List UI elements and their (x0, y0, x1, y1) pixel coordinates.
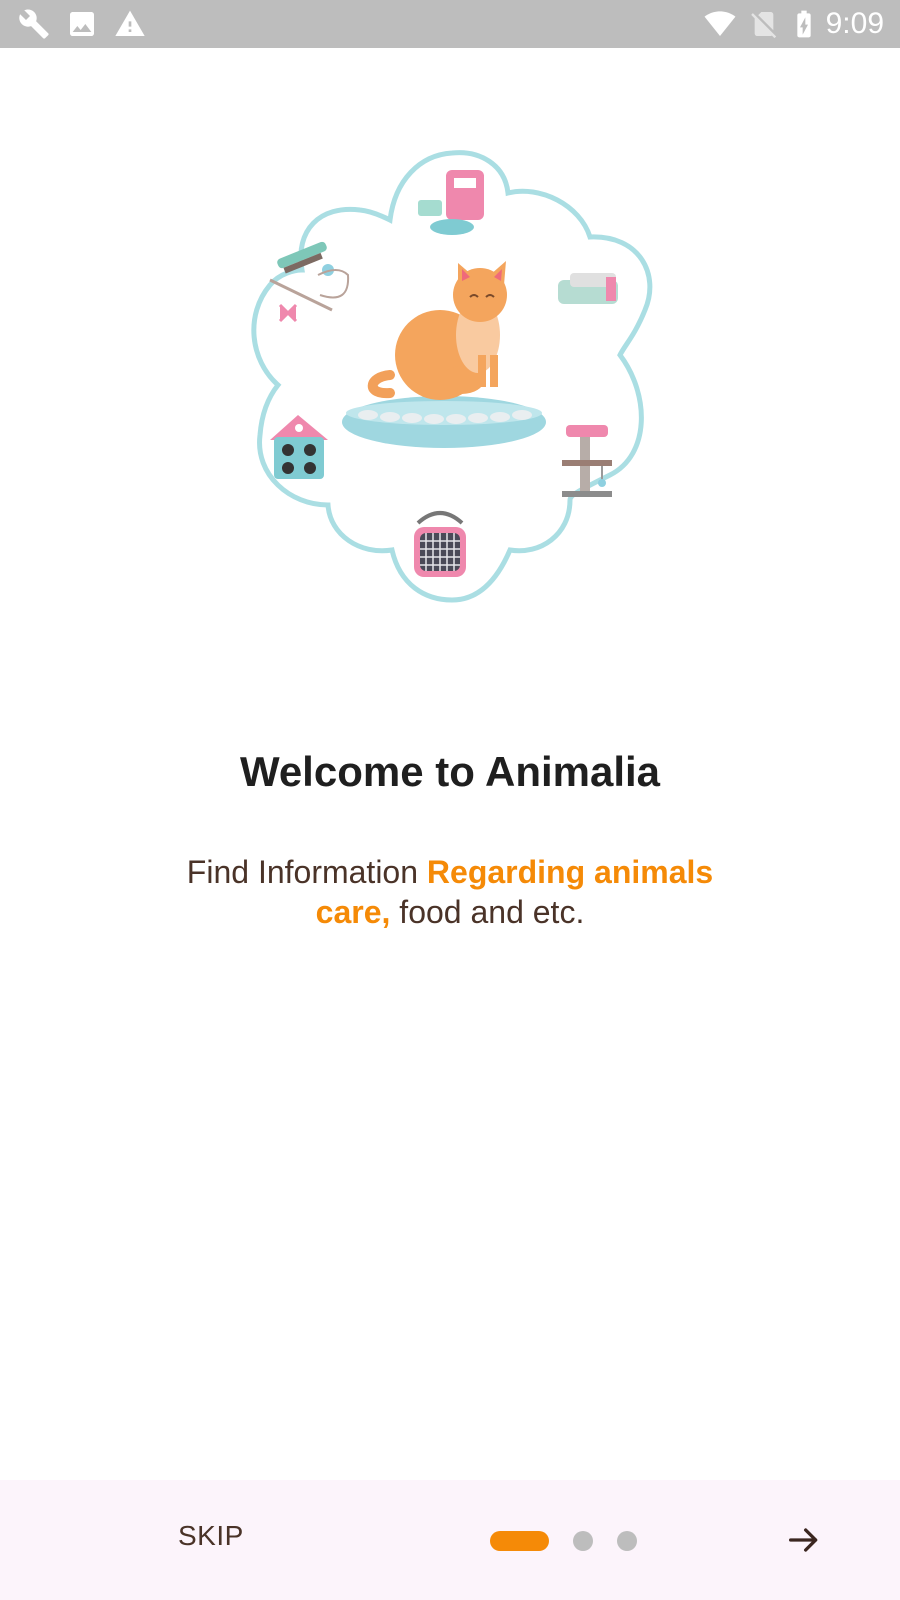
page-indicator-active (490, 1531, 549, 1551)
skip-button[interactable]: SKIP (178, 1520, 244, 1552)
subtitle-text-2: food and etc. (390, 894, 585, 930)
warning-icon (115, 10, 145, 36)
onboarding-subtitle: Find Information Regarding animals care,… (170, 852, 730, 932)
status-time: 9:09 (825, 7, 884, 40)
welcome-title: Welcome to Animalia (239, 748, 661, 795)
battery-charging-icon (797, 10, 811, 38)
wifi-icon (704, 11, 736, 37)
wrench-icon (19, 9, 49, 39)
page-indicator-dot (573, 1531, 593, 1551)
no-sim-icon (751, 12, 777, 39)
onboarding-bottom-bar: SKIP (0, 1480, 900, 1600)
subtitle-text-1: Find Information (186, 854, 427, 890)
page-indicator-dot (617, 1531, 637, 1551)
image-icon (70, 12, 94, 36)
arrow-right-icon[interactable] (784, 1520, 824, 1560)
status-bar: 9:09 (0, 0, 900, 48)
pet-care-illustration (251, 150, 653, 603)
